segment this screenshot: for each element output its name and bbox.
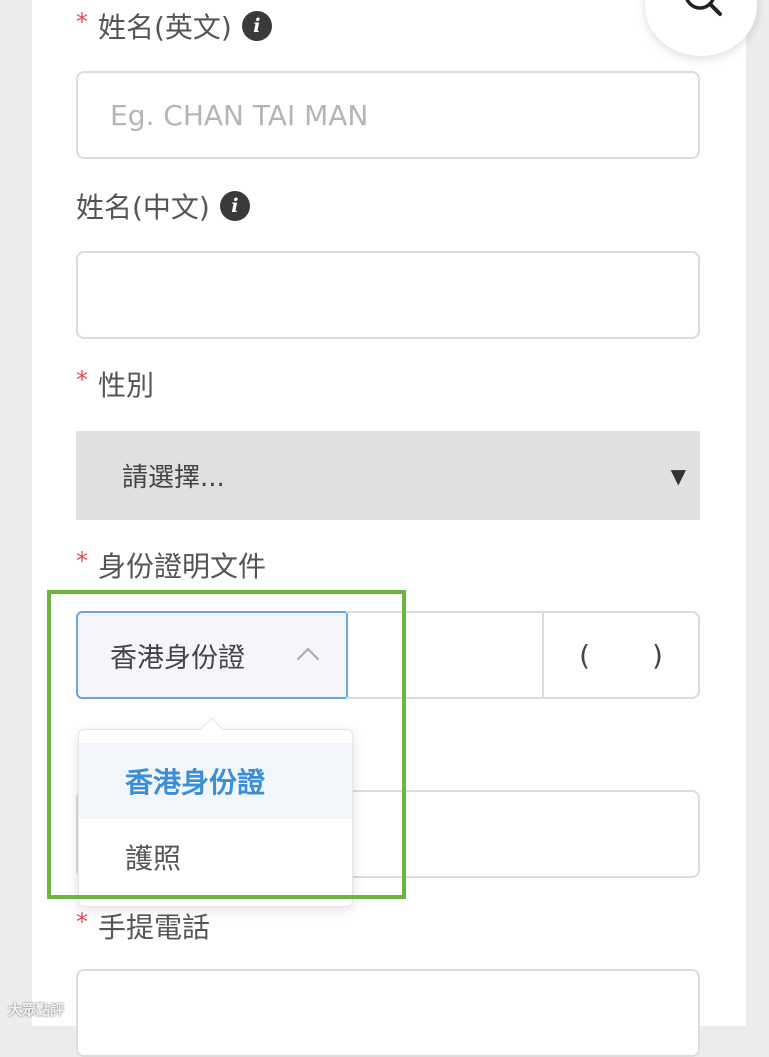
mobile-field[interactable] xyxy=(76,969,700,1057)
dropdown-option-passport[interactable]: 護照 xyxy=(79,819,352,895)
name-en-field[interactable] xyxy=(76,71,700,159)
id-type-select[interactable]: 香港身份證 xyxy=(76,611,348,699)
gender-select[interactable]: 請選擇... ▼ xyxy=(76,431,700,520)
info-icon[interactable]: i xyxy=(241,11,272,41)
search-icon xyxy=(685,0,722,16)
id-type-value: 香港身份證 xyxy=(110,642,245,674)
mobile-label-text: 手提電話 xyxy=(98,911,211,944)
required-marker: * xyxy=(76,366,88,394)
id-document-group: 香港身份證 () xyxy=(76,611,700,699)
gender-label-text: 性別 xyxy=(98,369,155,402)
name-en-label: * 姓名(英文) i xyxy=(76,6,272,46)
name-zh-input[interactable] xyxy=(78,253,698,337)
info-icon[interactable]: i xyxy=(219,191,250,221)
name-zh-label: 姓名(中文) i xyxy=(76,186,250,226)
watermark: 大眾點評 xyxy=(8,1003,64,1019)
name-en-input[interactable] xyxy=(78,73,698,157)
gender-label: * 性別 xyxy=(76,364,154,404)
chevron-up-icon xyxy=(296,647,320,671)
id-number-input[interactable] xyxy=(346,611,543,699)
name-zh-label-text: 姓名(中文) xyxy=(76,191,210,224)
required-marker: * xyxy=(76,908,88,936)
name-zh-field[interactable] xyxy=(76,251,700,339)
id-check-digit-input[interactable]: () xyxy=(542,611,700,699)
name-en-label-text: 姓名(英文) xyxy=(98,11,232,44)
gender-select-value: 請選擇... xyxy=(122,463,225,493)
id-document-label: * 身份證明文件 xyxy=(76,545,266,585)
caret-down-icon: ▼ xyxy=(670,463,686,488)
mobile-label: * 手提電話 xyxy=(76,906,210,946)
required-marker: * xyxy=(76,547,88,575)
id-type-dropdown: 香港身份證 護照 xyxy=(78,729,353,907)
required-marker: * xyxy=(76,8,88,36)
dropdown-option-hkid[interactable]: 香港身份證 xyxy=(79,743,352,819)
id-document-label-text: 身份證明文件 xyxy=(98,550,267,583)
